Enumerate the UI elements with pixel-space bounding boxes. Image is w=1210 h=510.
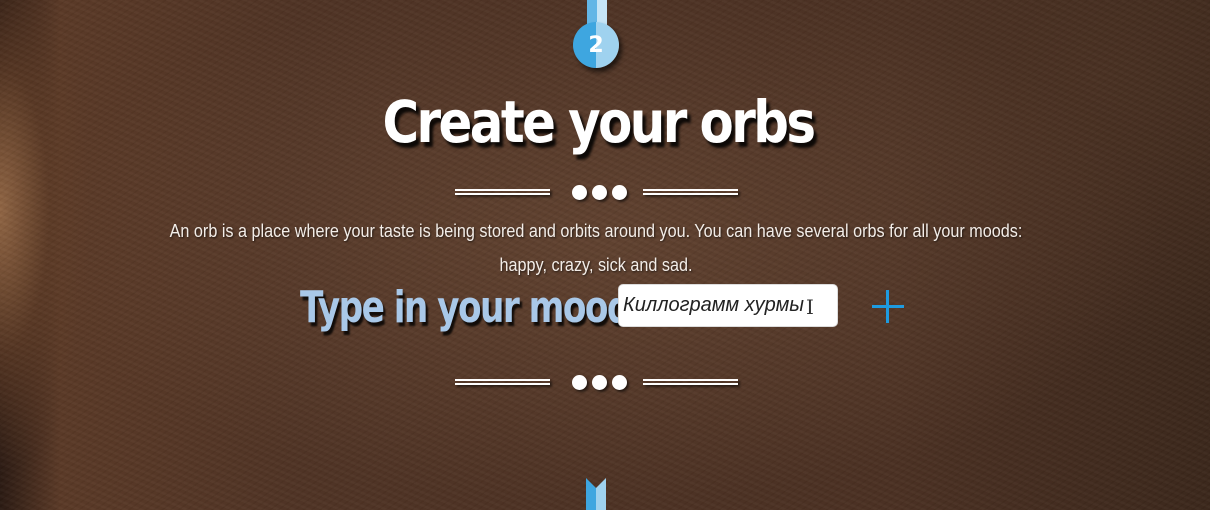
text-cursor-icon: I [806,295,814,319]
add-mood-button[interactable] [868,286,908,326]
bottom-divider [455,374,740,394]
mood-label: Type in your mood [300,282,631,333]
divider-line [643,189,738,195]
mood-input[interactable] [618,284,838,327]
top-divider [455,184,740,204]
divider-dot [572,375,587,390]
divider-line [643,379,738,385]
divider-dot [592,185,607,200]
section-description: An orb is a place where your taste is be… [169,221,1023,275]
divider-dot [612,185,627,200]
chevron-down-icon[interactable] [586,478,606,510]
step-number: 2 [588,32,604,58]
plus-icon-vertical [886,290,889,323]
divider-dot [612,375,627,390]
step-number-badge: 2 [573,22,619,68]
divider-line [455,379,550,385]
divider-dot [572,185,587,200]
divider-dot [592,375,607,390]
divider-line [455,189,550,195]
page-title: Create your orbs [382,88,817,156]
